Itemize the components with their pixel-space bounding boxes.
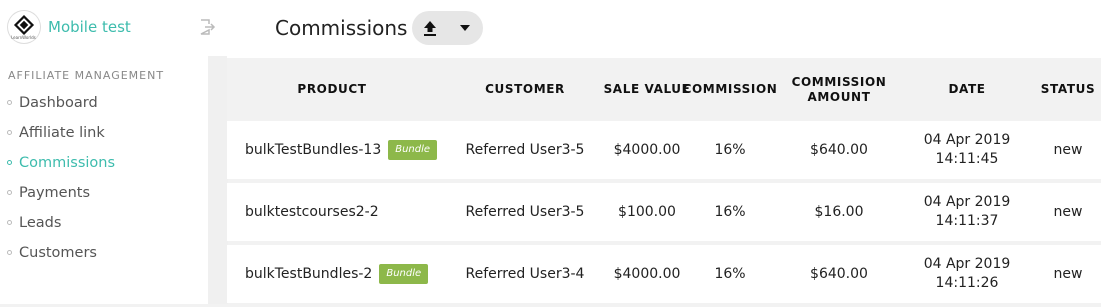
bullet-icon [7,220,12,225]
time-value: 14:11:37 [935,213,999,229]
table-header: PRODUCT CUSTOMER SALE VALUE COMMISSION C… [227,58,1101,121]
logo-icon [13,14,35,36]
product-cell: bulkTestBundles-13 Bundle [245,121,438,179]
brand: LearnWorlds Mobile test [7,10,221,46]
sidebar-item-label: Commissions [19,155,116,171]
date-cell: 04 Apr 2019 14:11:26 [907,245,1027,303]
sidebar-item-commissions[interactable]: Commissions [0,148,208,178]
product-name: bulkTestBundles-13 [245,141,382,158]
column-header-customer[interactable]: CUSTOMER [455,58,595,121]
column-header-product[interactable]: PRODUCT [287,58,377,121]
table-row[interactable]: bulkTestBundles-13 Bundle Referred User3… [227,121,1101,179]
customer-cell: Referred User3-5 [465,141,585,158]
page-title: Commissions [275,16,408,40]
table-row[interactable]: bulkTestBundles-2 Bundle Referred User3-… [227,245,1101,303]
column-header-commission[interactable]: COMMISSION [683,58,777,121]
upload-icon [424,21,436,36]
export-menu-button[interactable] [412,11,483,45]
sidebar-scrollbar[interactable] [208,56,228,304]
caret-down-icon [460,25,470,31]
bundle-badge: Bundle [379,264,429,284]
commission-cell: 16% [714,141,746,158]
bullet-icon [7,100,12,105]
column-header-status[interactable]: STATUS [1027,58,1101,121]
date-value: 04 Apr 2019 [923,194,1011,210]
sidebar-item-affiliate-link[interactable]: Affiliate link [0,118,208,148]
date-cell: 04 Apr 2019 14:11:37 [907,183,1027,241]
column-header-commission-amount[interactable]: COMMISSION AMOUNT [779,58,899,121]
logout-icon[interactable] [198,18,216,36]
bullet-icon [7,130,12,135]
column-header-date[interactable]: DATE [907,58,1027,121]
sidebar-item-label: Customers [19,245,97,261]
customer-cell: Referred User3-5 [465,203,585,220]
commissions-table: PRODUCT CUSTOMER SALE VALUE COMMISSION C… [227,58,1101,307]
customer-cell: Referred User3-4 [465,265,585,282]
sale-value-cell: $4000.00 [613,265,681,282]
commission-cell: 16% [714,265,746,282]
page-header: Commissions [227,0,1101,58]
bullet-icon [7,250,12,255]
logo[interactable]: LearnWorlds [7,10,41,44]
commission-cell: 16% [714,203,746,220]
sale-value-cell: $4000.00 [613,141,681,158]
brand-name[interactable]: Mobile test [48,18,131,36]
commission-amount-cell: $16.00 [814,203,864,220]
sidebar-item-payments[interactable]: Payments [0,178,208,208]
date-value: 04 Apr 2019 [923,132,1011,148]
commission-amount-cell: $640.00 [810,141,868,158]
commission-amount-cell: $640.00 [810,265,868,282]
status-cell: new [1053,203,1083,220]
bullet-icon [7,190,12,195]
product-name: bulktestcourses2-2 [245,203,379,220]
table-row[interactable]: bulktestcourses2-2 Referred User3-5 $100… [227,183,1101,241]
sidebar-item-dashboard[interactable]: Dashboard [0,88,208,118]
sidebar-item-leads[interactable]: Leads [0,208,208,238]
time-value: 14:11:26 [935,275,999,291]
product-name: bulkTestBundles-2 [245,265,373,282]
sale-value-cell: $100.00 [618,203,676,220]
sidebar-item-label: Leads [19,215,62,231]
sidebar-item-label: Payments [19,185,91,201]
logo-text: LearnWorlds [11,35,36,40]
bullet-icon [7,160,12,165]
sidebar-nav: Dashboard Affiliate link Commissions Pay… [0,88,208,268]
date-value: 04 Apr 2019 [923,256,1011,272]
product-cell: bulkTestBundles-2 Bundle [245,245,429,303]
section-title: AFFILIATE MANAGEMENT [8,69,165,82]
sidebar-item-label: Dashboard [19,95,98,111]
product-cell: bulktestcourses2-2 [245,183,379,241]
date-cell: 04 Apr 2019 14:11:45 [907,121,1027,179]
time-value: 14:11:45 [935,151,999,167]
status-cell: new [1053,265,1083,282]
status-cell: new [1053,141,1083,158]
bundle-badge: Bundle [388,140,438,160]
sidebar-item-customers[interactable]: Customers [0,238,208,268]
sidebar: LearnWorlds Mobile test AFFILIATE MANAGE… [0,0,228,304]
sidebar-item-label: Affiliate link [19,125,105,141]
